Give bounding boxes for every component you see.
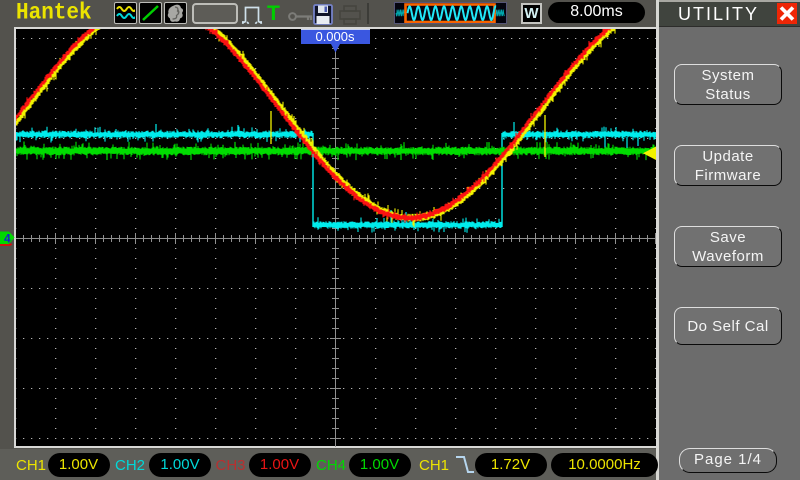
svg-text:4: 4 [4, 232, 11, 246]
